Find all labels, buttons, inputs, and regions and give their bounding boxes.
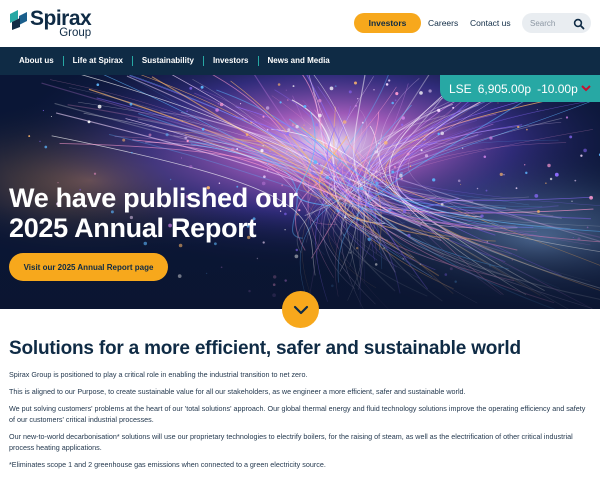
investors-button[interactable]: Investors: [354, 13, 421, 33]
search-input[interactable]: [530, 16, 570, 30]
annual-report-cta-button[interactable]: Visit our 2025 Annual Report page: [9, 253, 168, 281]
intro-paragraph: Spirax Group is positioned to play a cri…: [9, 370, 308, 379]
hero-title-line-2: 2025 Annual Report: [9, 213, 257, 243]
contact-us-link[interactable]: Contact us: [470, 18, 511, 28]
spirax-logo-mark-icon: [10, 10, 28, 30]
nav-item-news-and-media[interactable]: News and Media: [257, 56, 339, 66]
section-title: Solutions for a more efficient, safer an…: [9, 338, 521, 359]
nav-item-investors[interactable]: Investors: [202, 56, 258, 66]
hero-banner: LSE 6,905.00p -10.00p We have published …: [0, 75, 600, 309]
nav-item-sustainability[interactable]: Sustainability: [131, 56, 203, 66]
intro-paragraph: Our new-to-world decarbonisation* soluti…: [9, 432, 573, 452]
main-navigation: About us Life at Spirax Sustainability I…: [0, 47, 600, 75]
scroll-down-button[interactable]: [282, 291, 319, 328]
share-price-value: 6,905.00p: [477, 81, 532, 96]
search-icon[interactable]: [573, 17, 585, 30]
footnote: *Eliminates scope 1 and 2 greenhouse gas…: [9, 460, 326, 469]
spirax-logo[interactable]: Spirax Group: [10, 7, 92, 40]
chevron-down-icon: [293, 305, 308, 314]
intro-section: Solutions for a more efficient, safer an…: [9, 337, 591, 470]
search-box: [522, 13, 591, 33]
careers-link[interactable]: Careers: [428, 18, 458, 28]
logo-wordmark: Spirax: [30, 7, 92, 30]
hero-title: We have published our 2025 Annual Report: [9, 183, 369, 243]
chevron-down-icon: [581, 85, 591, 92]
share-price-ticker[interactable]: LSE 6,905.00p -10.00p: [440, 75, 600, 102]
nav-item-about-us[interactable]: About us: [10, 56, 63, 66]
hero-title-line-1: We have published our: [9, 183, 298, 213]
share-exchange: LSE: [449, 81, 472, 96]
share-price-change: -10.00p: [537, 81, 578, 96]
intro-paragraph: This is aligned to our Purpose, to creat…: [9, 387, 466, 396]
site-header: Spirax Group Investors Careers Contact u…: [0, 0, 600, 47]
intro-paragraph: We put solving customers' problems at th…: [9, 404, 586, 424]
nav-item-life-at-spirax[interactable]: Life at Spirax: [62, 56, 132, 66]
